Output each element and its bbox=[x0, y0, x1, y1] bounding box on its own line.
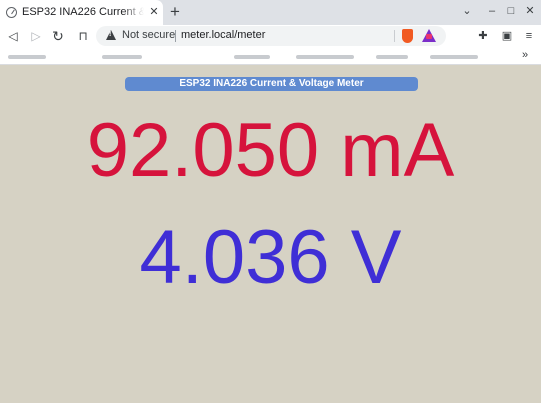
bookmark-item[interactable] bbox=[102, 55, 142, 59]
reload-button[interactable]: ↻ bbox=[49, 27, 67, 45]
forward-button[interactable]: ▷ bbox=[27, 27, 45, 45]
voltage-reading: 4.036 V bbox=[139, 215, 402, 300]
tab-close-icon[interactable]: ✕ bbox=[147, 5, 161, 19]
tab-search-icon[interactable]: ⌄ bbox=[459, 3, 475, 19]
maximize-button[interactable]: □ bbox=[503, 3, 519, 19]
bookmark-item[interactable] bbox=[296, 55, 354, 59]
brave-rewards-icon[interactable] bbox=[422, 29, 436, 42]
gauge-icon bbox=[6, 7, 17, 18]
url-text[interactable]: meter.local/meter bbox=[181, 29, 265, 41]
security-status[interactable]: Not secure bbox=[122, 29, 175, 41]
back-button[interactable]: ◁ bbox=[4, 27, 22, 45]
page-content: ESP32 INA226 Current & Voltage Meter 92.… bbox=[0, 66, 541, 403]
bookmark-item[interactable] bbox=[234, 55, 270, 59]
bookmarks-bar: » bbox=[0, 47, 541, 65]
url-separator bbox=[175, 30, 176, 42]
bookmark-item[interactable] bbox=[430, 55, 478, 59]
bookmark-item[interactable] bbox=[8, 55, 46, 59]
tab-title: ESP32 INA226 Current & Voltage Meter bbox=[22, 6, 144, 18]
omnibox-divider bbox=[394, 30, 395, 42]
page-title: ESP32 INA226 Current & Voltage Meter bbox=[125, 77, 418, 91]
close-window-button[interactable]: ✕ bbox=[522, 3, 538, 19]
extensions-icon[interactable]: ✚ bbox=[475, 28, 491, 44]
bookmark-item[interactable] bbox=[376, 55, 408, 59]
bookmark-button[interactable]: ⊓ bbox=[74, 27, 92, 45]
new-tab-button[interactable]: + bbox=[168, 2, 182, 22]
bookmarks-overflow-icon[interactable]: » bbox=[522, 49, 528, 61]
wallet-icon[interactable]: ▣ bbox=[499, 28, 515, 44]
browser-toolbar: ◁ ▷ ↻ ⊓ Not secure meter.local/meter ✚ ▣… bbox=[0, 25, 541, 47]
minimize-button[interactable]: – bbox=[484, 3, 500, 19]
current-reading: 92.050 mA bbox=[86, 108, 455, 193]
brave-shields-icon[interactable] bbox=[402, 29, 413, 43]
tab-strip: ESP32 INA226 Current & Voltage Meter ✕ +… bbox=[0, 0, 541, 25]
tab-meter[interactable]: ESP32 INA226 Current & Voltage Meter ✕ bbox=[0, 0, 163, 25]
warning-icon[interactable] bbox=[106, 30, 116, 40]
menu-icon[interactable]: ≡ bbox=[521, 28, 537, 44]
address-bar[interactable]: Not secure meter.local/meter bbox=[96, 26, 446, 46]
